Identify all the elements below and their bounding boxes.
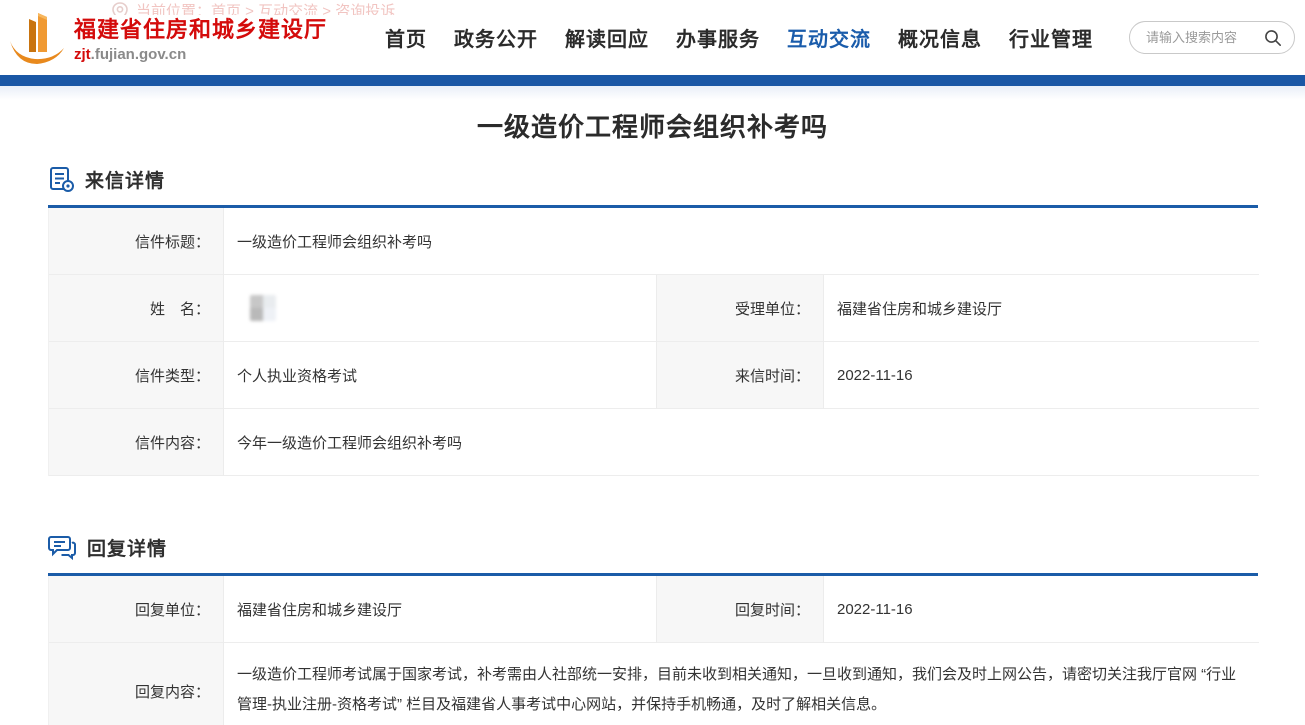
page: 当前位置：首页 > 互动交流 > 咨询投诉 福建省住房和城乡建设厅 zjt.fu… xyxy=(0,0,1305,725)
letter-type-label: 信件类型： xyxy=(49,342,224,409)
header-divider-bar xyxy=(0,75,1305,86)
letter-time-label: 来信时间： xyxy=(657,342,824,409)
reply-section-header: 回复详情 xyxy=(48,534,1258,561)
letter-section-title: 来信详情 xyxy=(85,166,165,193)
letter-type-value: 个人执业资格考试 xyxy=(224,342,657,409)
search-box xyxy=(1129,21,1295,54)
reply-unit-value: 福建省住房和城乡建设厅 xyxy=(224,576,657,643)
letter-document-icon xyxy=(48,166,75,193)
accept-unit-label: 受理单位： xyxy=(657,275,824,342)
reply-time-label: 回复时间： xyxy=(657,576,824,643)
content: 来信详情 信件标题： 一级造价工程师会组织补考吗 姓 名： 受理单位： 福建省住… xyxy=(48,166,1258,725)
nav-item-home[interactable]: 首页 xyxy=(385,23,427,52)
nav-item-interpretation[interactable]: 解读回应 xyxy=(565,23,649,52)
page-title: 一级造价工程师会组织补考吗 xyxy=(0,107,1305,144)
header-fade xyxy=(0,86,1305,100)
reply-unit-label: 回复单位： xyxy=(49,576,224,643)
redacted-name-blur xyxy=(250,295,276,321)
search-icon[interactable] xyxy=(1264,29,1282,47)
reply-time-value: 2022-11-16 xyxy=(824,576,1259,643)
site-url: zjt.fujian.gov.cn xyxy=(74,46,327,63)
nav-item-interaction[interactable]: 互动交流 xyxy=(787,23,871,52)
reply-bubbles-icon xyxy=(48,534,77,561)
reply-details-table: 回复单位： 福建省住房和城乡建设厅 回复时间： 2022-11-16 回复内容：… xyxy=(48,576,1258,725)
reply-content-value: 一级造价工程师考试属于国家考试，补考需由人社部统一安排，目前未收到相关通知，一旦… xyxy=(224,643,1259,725)
letter-time-value: 2022-11-16 xyxy=(824,342,1259,409)
letter-content-label: 信件内容： xyxy=(49,409,224,476)
accept-unit-value: 福建省住房和城乡建设厅 xyxy=(824,275,1259,342)
letter-section-header: 来信详情 xyxy=(48,166,1258,193)
letter-title-value: 一级造价工程师会组织补考吗 xyxy=(224,208,1259,275)
reply-content-label: 回复内容： xyxy=(49,643,224,725)
site-header: 福建省住房和城乡建设厅 zjt.fujian.gov.cn 首页 政务公开 解读… xyxy=(0,0,1305,75)
site-url-suffix: .fujian.gov.cn xyxy=(91,46,187,63)
site-name: 福建省住房和城乡建设厅 xyxy=(74,12,327,44)
letter-title-label: 信件标题： xyxy=(49,208,224,275)
nav-item-services[interactable]: 办事服务 xyxy=(676,23,760,52)
letter-content-value: 今年一级造价工程师会组织补考吗 xyxy=(224,409,1259,476)
site-logo[interactable]: 福建省住房和城乡建设厅 zjt.fujian.gov.cn xyxy=(8,10,327,66)
name-label: 姓 名： xyxy=(49,275,224,342)
main-nav: 首页 政务公开 解读回应 办事服务 互动交流 概况信息 行业管理 xyxy=(385,23,1093,52)
nav-item-overview[interactable]: 概况信息 xyxy=(898,23,982,52)
site-url-prefix: zjt xyxy=(74,46,91,63)
search-input[interactable] xyxy=(1146,30,1264,45)
nav-item-industry[interactable]: 行业管理 xyxy=(1009,23,1093,52)
name-value xyxy=(224,275,657,342)
logo-building-icon xyxy=(8,10,66,66)
nav-item-gov-affairs[interactable]: 政务公开 xyxy=(454,23,538,52)
letter-details-table: 信件标题： 一级造价工程师会组织补考吗 姓 名： 受理单位： 福建省住房和城乡建… xyxy=(48,208,1258,476)
reply-section-title: 回复详情 xyxy=(87,534,167,561)
